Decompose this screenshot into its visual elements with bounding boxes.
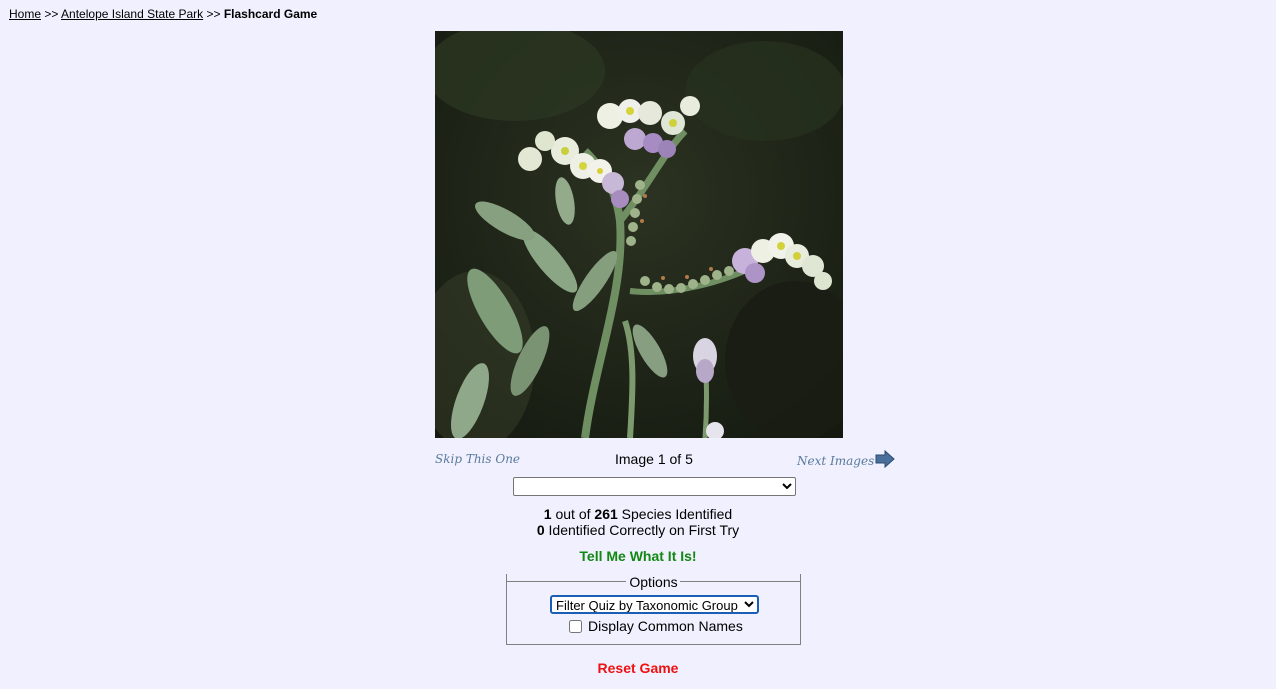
next-images-link[interactable]: Next Images (797, 449, 895, 473)
image-counter-of: of (669, 451, 682, 467)
options-panel: Options Filter Quiz by Taxonomic Group D… (506, 574, 801, 645)
identified-count: 1 (543, 506, 552, 522)
breadcrumb-park-link[interactable]: Antelope Island State Park (61, 7, 203, 21)
common-names-toggle[interactable]: Display Common Names (569, 618, 743, 635)
right-arrow-icon (875, 449, 895, 473)
out-of-label: out of (555, 506, 591, 522)
next-images-label: Next Images (797, 454, 875, 468)
breadcrumb-separator: >> (206, 7, 221, 21)
image-counter-total: 5 (685, 451, 693, 467)
image-counter-prefix: Image (615, 451, 654, 467)
options-legend: Options (629, 574, 678, 590)
common-names-checkbox[interactable] (569, 620, 582, 633)
species-select[interactable] (513, 477, 796, 496)
skip-this-one-link[interactable]: Skip This One (435, 452, 520, 466)
species-identified-stat: 1 out of 261 Species Identified (0, 506, 1276, 522)
breadcrumb-home-link[interactable]: Home (9, 7, 41, 21)
tell-me-link[interactable]: Tell Me What It Is! (0, 548, 1276, 564)
common-names-label: Display Common Names (588, 618, 743, 634)
total-species-count: 261 (594, 506, 618, 522)
image-navigation: Skip This One Image 1 of 5 Next Images (435, 448, 895, 472)
first-try-count: 0 (536, 522, 545, 538)
breadcrumb: Home >> Antelope Island State Park >> Fl… (9, 6, 317, 22)
taxonomic-group-filter[interactable]: Filter Quiz by Taxonomic Group (550, 595, 759, 614)
reset-game-link[interactable]: Reset Game (0, 660, 1276, 676)
image-counter: Image 1 of 5 (615, 451, 693, 467)
breadcrumb-separator: >> (44, 7, 59, 21)
flashcard-photo (435, 31, 843, 438)
first-try-label: Identified Correctly on First Try (548, 522, 740, 538)
breadcrumb-current: Flashcard Game (223, 7, 318, 21)
first-try-stat: 0 Identified Correctly on First Try (0, 522, 1276, 538)
image-counter-current: 1 (657, 451, 666, 467)
species-identified-label: Species Identified (621, 506, 733, 522)
